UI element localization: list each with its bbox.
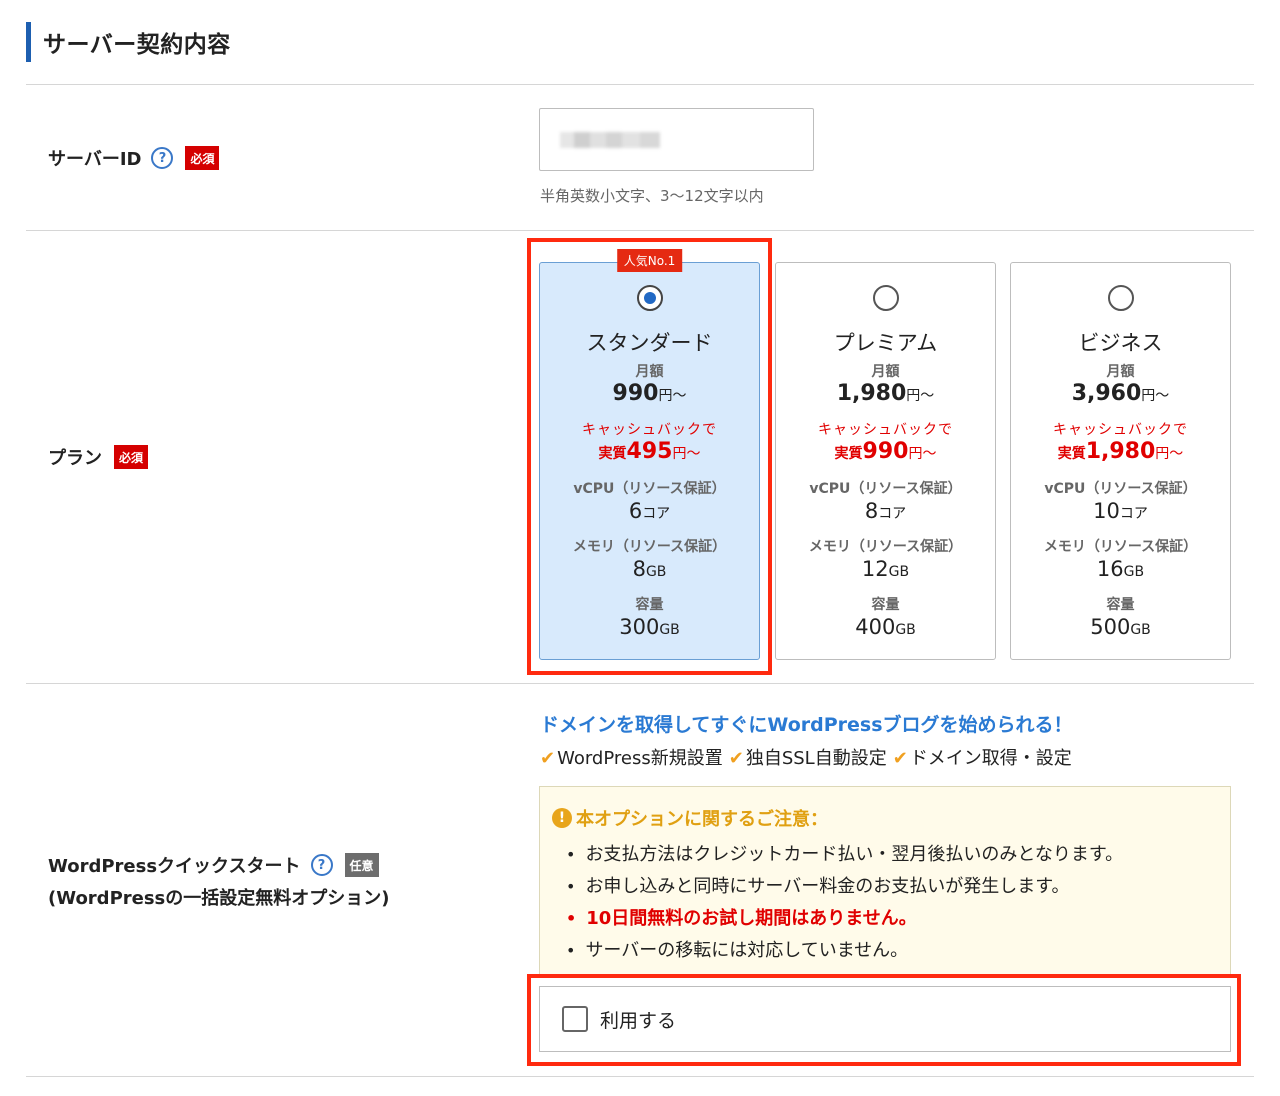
wp-quickstart-sublabel: (WordPressの一括設定無料オプション)	[48, 888, 390, 909]
section-header: サーバー契約内容	[26, 22, 231, 62]
use-checkbox-label[interactable]: 利用する	[600, 1006, 676, 1033]
wp-quickstart-label: WordPressクイックスタート	[48, 856, 301, 877]
popular-badge: 人気No.1	[616, 249, 683, 272]
vcpu-value: 8コア	[864, 499, 907, 523]
plan-card-premium[interactable]: プレミアム 月額 1,980円〜 キャッシュバックで 実質990円〜 vCPU（…	[775, 262, 996, 660]
effective-price: 実質495円〜	[598, 439, 701, 464]
plan-radio-standard[interactable]	[636, 285, 663, 311]
memory-label: メモリ（リソース保証）	[572, 539, 727, 555]
storage-label: 容量	[871, 597, 900, 613]
notice-item: 10日間無料のお試し期間はありません。	[566, 903, 1123, 935]
effective-price: 実質1,980円〜	[1057, 439, 1184, 464]
notice-box: ! 本オプションに関するご注意： お支払方法はクレジットカード払い・翌月後払いの…	[539, 786, 1231, 976]
use-checkbox[interactable]	[562, 1006, 588, 1032]
check-icon: ✔	[892, 748, 908, 769]
notice-title: ! 本オプションに関するご注意：	[552, 805, 828, 831]
check-icon: ✔	[540, 748, 556, 769]
cashback-text: キャッシュバックで	[818, 422, 953, 438]
plan-name: プレミアム	[833, 331, 938, 355]
optional-badge: 任意	[344, 853, 379, 877]
wp-feature-list: ✔ WordPress新規設置 ✔ 独自SSL自動設定 ✔ ドメイン取得・設定	[540, 744, 1072, 770]
feature-item: ✔ ドメイン取得・設定	[892, 748, 1072, 769]
cashback-text: キャッシュバックで	[582, 422, 717, 438]
required-badge: 必須	[185, 146, 220, 170]
memory-label: メモリ（リソース保証）	[808, 539, 963, 555]
storage-value: 300GB	[619, 615, 680, 639]
use-option-box[interactable]: 利用する	[539, 986, 1231, 1052]
memory-value: 16GB	[1096, 557, 1145, 581]
divider	[26, 1076, 1254, 1077]
plan-card-standard[interactable]: 人気No.1 スタンダード 月額 990円〜 キャッシュバックで 実質495円〜…	[539, 249, 760, 660]
plan-label-row: プラン 必須	[48, 444, 149, 470]
section-title: サーバー契約内容	[43, 32, 231, 58]
storage-label: 容量	[635, 597, 664, 613]
divider	[26, 683, 1254, 684]
monthly-label: 月額	[635, 364, 664, 380]
notice-item: サーバーの移転には対応していません。	[566, 935, 1123, 967]
notice-item: お申し込みと同時にサーバー料金のお支払いが発生します。	[566, 871, 1123, 903]
monthly-label: 月額	[871, 364, 900, 380]
section-accent-bar	[26, 22, 31, 62]
effective-price: 実質990円〜	[834, 439, 937, 464]
plan-name: ビジネス	[1078, 331, 1163, 355]
plan-label: プラン	[48, 448, 102, 469]
notice-item: お支払方法はクレジットカード払い・翌月後払いのみとなります。	[566, 839, 1123, 871]
server-id-input[interactable]	[539, 108, 814, 171]
server-id-label-row: サーバーID ? 必須	[48, 145, 220, 171]
storage-value: 500GB	[1090, 615, 1151, 639]
plan-radio-premium[interactable]	[872, 285, 899, 311]
help-icon[interactable]: ?	[151, 147, 174, 169]
plan-card-business[interactable]: ビジネス 月額 3,960円〜 キャッシュバックで 実質1,980円〜 vCPU…	[1010, 262, 1231, 660]
monthly-label: 月額	[1106, 364, 1135, 380]
memory-value: 12GB	[861, 557, 910, 581]
plan-name: スタンダード	[586, 331, 713, 355]
monthly-price: 990円〜	[612, 381, 687, 406]
divider	[26, 230, 1254, 231]
vcpu-value: 6コア	[628, 499, 671, 523]
required-badge: 必須	[114, 445, 149, 469]
monthly-price: 1,980円〜	[836, 381, 935, 406]
server-id-hint: 半角英数小文字、3〜12文字以内	[540, 187, 764, 205]
help-icon[interactable]: ?	[310, 854, 333, 876]
feature-item: ✔ WordPress新規設置	[540, 748, 723, 769]
plan-radio-business[interactable]	[1107, 285, 1134, 311]
feature-item: ✔ 独自SSL自動設定	[728, 748, 887, 769]
check-icon: ✔	[728, 748, 744, 769]
vcpu-label: vCPU（リソース保証）	[573, 481, 726, 497]
notice-list: お支払方法はクレジットカード払い・翌月後払いのみとなります。 お申し込みと同時に…	[566, 839, 1123, 967]
storage-label: 容量	[1106, 597, 1135, 613]
vcpu-value: 10コア	[1093, 499, 1148, 523]
storage-value: 400GB	[855, 615, 916, 639]
server-id-label: サーバーID	[48, 149, 142, 170]
blurred-server-id-value	[560, 132, 660, 148]
vcpu-label: vCPU（リソース保証）	[809, 481, 962, 497]
memory-value: 8GB	[632, 557, 667, 581]
monthly-price: 3,960円〜	[1071, 381, 1170, 406]
cashback-text: キャッシュバックで	[1053, 422, 1188, 438]
wp-lead-text: ドメインを取得してすぐにWordPressブログを始められる！	[540, 714, 1073, 736]
warning-icon: !	[552, 808, 572, 828]
divider	[26, 84, 1254, 85]
vcpu-label: vCPU（リソース保証）	[1044, 481, 1197, 497]
memory-label: メモリ（リソース保証）	[1043, 539, 1198, 555]
wp-quickstart-label-row: WordPressクイックスタート ? 任意	[48, 852, 379, 878]
